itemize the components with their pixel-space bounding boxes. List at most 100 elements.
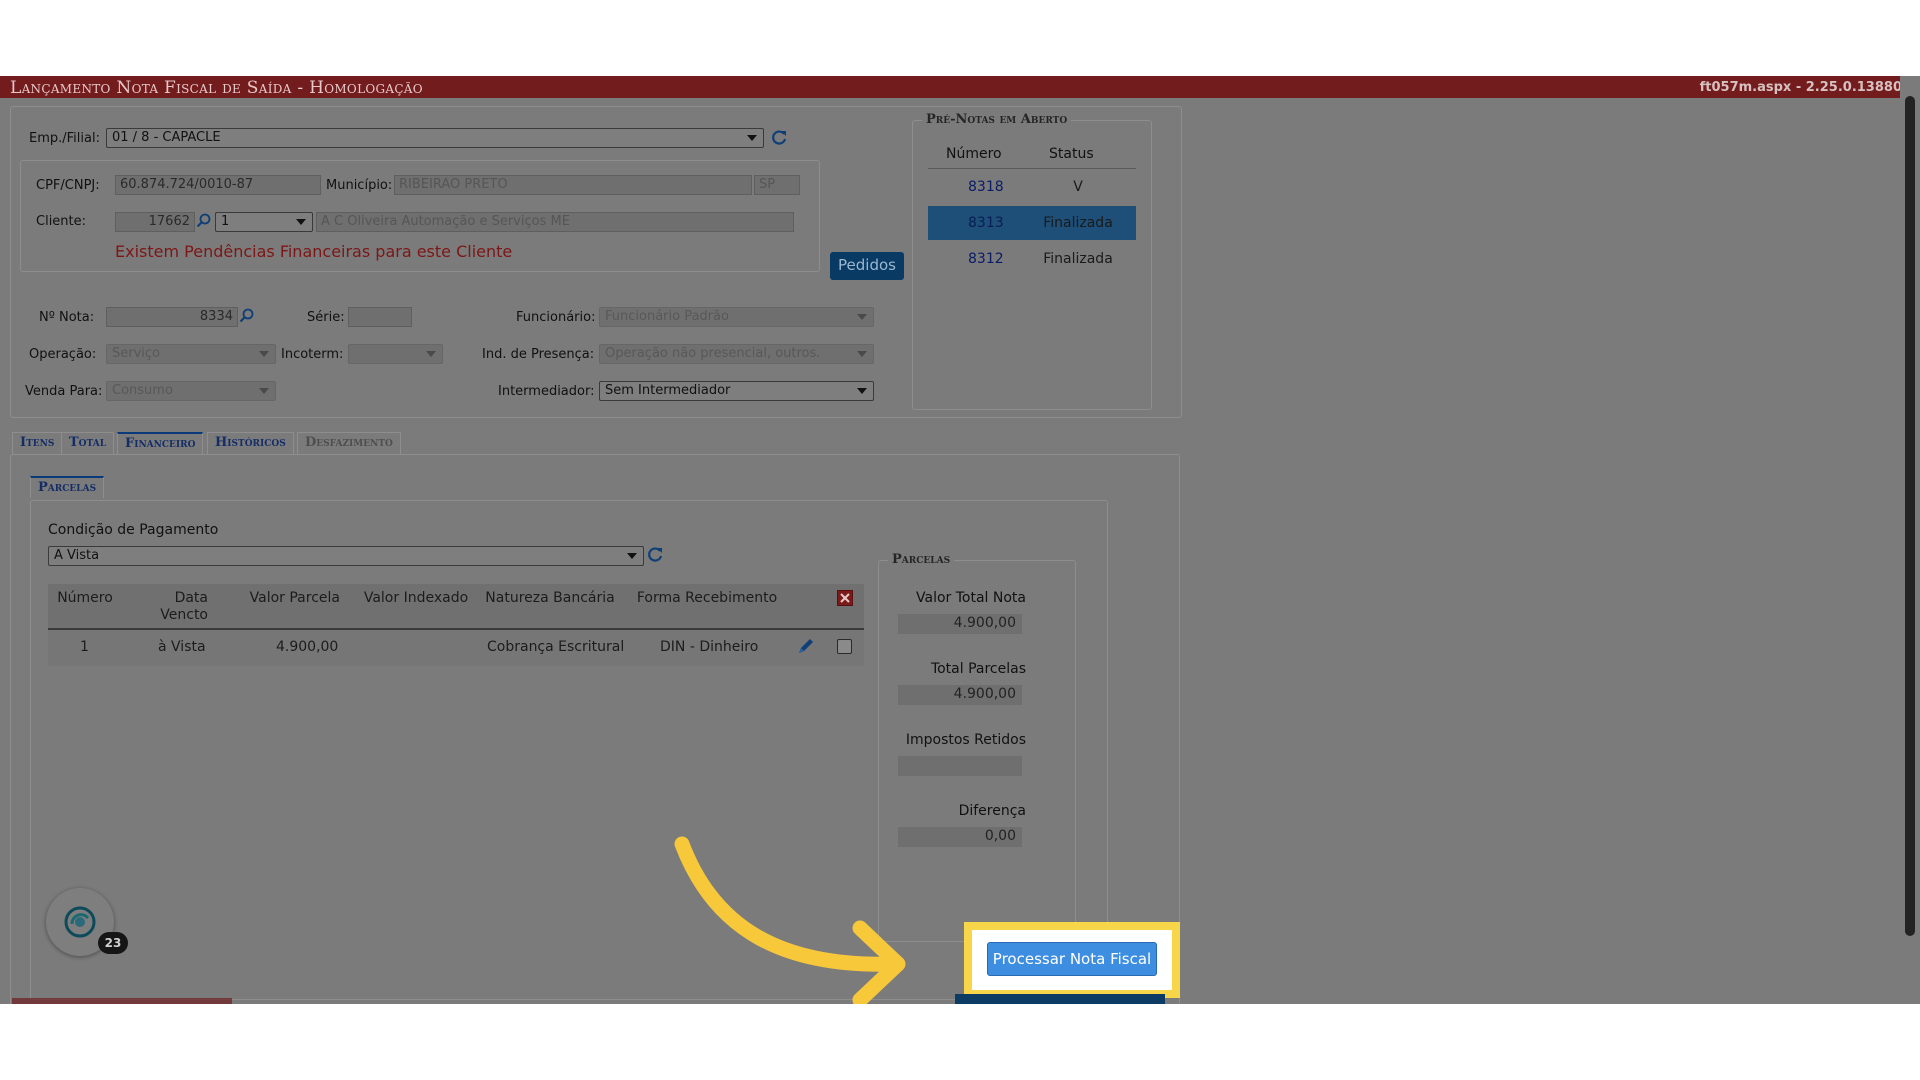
- cell-forma: DIN - Dinheiro: [660, 639, 759, 655]
- window-title: Lançamento Nota Fiscal de Saída - Homolo…: [10, 78, 423, 98]
- chevron-down-icon: [426, 351, 436, 357]
- tab-historicos[interactable]: Históricos: [207, 432, 294, 454]
- incoterm-label: Incoterm:: [281, 347, 344, 362]
- impostos-field: [898, 756, 1022, 776]
- pre-nota-numero[interactable]: 8318: [968, 179, 1004, 195]
- row-checkbox[interactable]: [837, 639, 852, 654]
- refresh-icon[interactable]: [646, 546, 664, 564]
- municipio-label: Município:: [326, 178, 393, 193]
- col-forma-recebimento: Forma Recebimento: [636, 590, 778, 606]
- search-icon[interactable]: [239, 308, 254, 323]
- pre-notas-legend: Pré-Notas em Aberto: [922, 112, 1072, 127]
- presenca-select: Operação não presencial, outros.: [599, 344, 874, 364]
- col-numero: Número: [57, 590, 113, 606]
- chevron-down-icon: [857, 388, 867, 394]
- vertical-scrollbar[interactable]: [1900, 76, 1920, 1004]
- intermediador-value: Sem Intermediador: [605, 383, 731, 398]
- edit-pencil-icon[interactable]: [796, 636, 816, 656]
- col-natureza-bancaria: Natureza Bancária: [485, 590, 615, 606]
- processar-nota-button[interactable]: Processar Nota Fiscal: [987, 942, 1157, 976]
- intermediador-label: Intermediador:: [498, 384, 595, 399]
- municipio-field: RIBEIRAO PRETO: [394, 175, 752, 195]
- valor-total-label: Valor Total Nota: [916, 590, 1026, 606]
- chevron-down-icon: [857, 351, 867, 357]
- venda-value: Consumo: [112, 383, 173, 398]
- chevron-down-icon: [747, 135, 757, 141]
- tab-financeiro[interactable]: Financeiro: [117, 432, 204, 454]
- pre-notas-col-status: Status: [1049, 146, 1094, 162]
- cpf-field[interactable]: 60.874.724/0010-87: [115, 175, 321, 195]
- funcionario-select: Funcionário Padrão: [599, 307, 874, 327]
- cliente-code-field[interactable]: 17662: [115, 212, 195, 232]
- scrollbar-thumb[interactable]: [1905, 96, 1915, 936]
- bottom-buttons-strip: [955, 994, 1165, 1004]
- tab-itens[interactable]: Itens: [12, 432, 63, 454]
- bottom-margin: [0, 1004, 1920, 1080]
- search-icon[interactable]: [196, 213, 211, 228]
- cpf-label: CPF/CNPJ:: [36, 178, 100, 193]
- emp-select[interactable]: 01 / 8 - CAPACLE: [106, 128, 764, 148]
- condicao-label: Condição de Pagamento: [48, 522, 219, 538]
- operacao-select: Serviço: [106, 344, 276, 364]
- tab-desfazimento: Desfazimento: [297, 432, 401, 454]
- chat-badge: 23: [98, 932, 128, 954]
- pre-nota-numero[interactable]: 8312: [968, 251, 1004, 267]
- chevron-down-icon: [259, 351, 269, 357]
- intermediador-select[interactable]: Sem Intermediador: [599, 381, 874, 401]
- parcelas-summary-legend: Parcelas: [888, 552, 955, 567]
- diferenca-label: Diferença: [958, 803, 1026, 819]
- cliente-name-field: A C Oliveira Automação e Serviços ME: [316, 212, 794, 232]
- tab-total[interactable]: Total: [61, 432, 115, 454]
- cliente-seq-value: 1: [221, 214, 230, 229]
- nota-field[interactable]: 8334: [106, 307, 238, 327]
- funcionario-label: Funcionário:: [516, 310, 596, 325]
- valor-total-field: 4.900,00: [898, 614, 1022, 634]
- pre-nota-row-selected[interactable]: 8313 Finalizada: [928, 206, 1136, 240]
- cell-valor: 4.900,00: [276, 639, 339, 655]
- pre-notas-col-numero: Número: [946, 146, 1002, 162]
- condicao-value: A Vista: [54, 548, 100, 563]
- operacao-value: Serviço: [112, 346, 161, 361]
- presenca-label: Ind. de Presença:: [482, 347, 595, 362]
- emp-select-value: 01 / 8 - CAPACLE: [112, 130, 221, 145]
- chevron-down-icon: [296, 219, 306, 225]
- total-parcelas-label: Total Parcelas: [930, 661, 1026, 677]
- venda-select: Consumo: [106, 381, 276, 401]
- pre-nota-row[interactable]: 8312 Finalizada: [928, 242, 1136, 276]
- nota-label: Nº Nota:: [39, 310, 95, 325]
- subtab-parcelas[interactable]: Parcelas: [30, 476, 105, 498]
- pre-nota-numero[interactable]: 8313: [968, 215, 1004, 231]
- col-valor-parcela: Valor Parcela: [249, 590, 340, 606]
- refresh-icon[interactable]: [770, 129, 788, 147]
- impostos-label: Impostos Retidos: [905, 732, 1026, 748]
- pre-nota-status: V: [1073, 179, 1083, 195]
- serie-label: Série:: [307, 310, 345, 325]
- emp-label: Emp./Filial:: [29, 131, 100, 146]
- pedidos-button[interactable]: Pedidos: [830, 252, 904, 280]
- cliente-seq-select[interactable]: 1: [215, 212, 313, 232]
- cliente-label: Cliente:: [36, 214, 87, 229]
- app-window: Lançamento Nota Fiscal de Saída - Homolo…: [0, 76, 1920, 1004]
- pre-nota-row[interactable]: 8318 V: [928, 170, 1136, 204]
- serie-field[interactable]: [348, 307, 412, 327]
- presenca-value: Operação não presencial, outros.: [605, 346, 821, 361]
- venda-label: Venda Para:: [25, 384, 103, 399]
- cell-numero: 1: [80, 639, 89, 655]
- pre-nota-status: Finalizada: [1043, 251, 1113, 267]
- funcionario-value: Funcionário Padrão: [605, 309, 729, 324]
- cell-vencto: à Vista: [158, 639, 206, 655]
- chevron-down-icon: [857, 314, 867, 320]
- version-label: ft057m.aspx - 2.25.0.13880: [1699, 80, 1902, 95]
- incoterm-select: [348, 344, 443, 364]
- col-data-vencto: Data Vencto: [160, 590, 208, 623]
- chat-logo-icon: [64, 906, 96, 938]
- title-bar: Lançamento Nota Fiscal de Saída - Homolo…: [0, 76, 1920, 98]
- delete-all-icon[interactable]: [837, 590, 853, 606]
- total-parcelas-field: 4.900,00: [898, 685, 1022, 705]
- condicao-select[interactable]: A Vista: [48, 546, 644, 566]
- cell-natureza: Cobrança Escritural: [487, 639, 625, 655]
- top-margin: [0, 0, 1920, 76]
- pointer-arrow-icon: [674, 836, 906, 1004]
- chevron-down-icon: [259, 388, 269, 394]
- pre-nota-status: Finalizada: [1043, 215, 1113, 231]
